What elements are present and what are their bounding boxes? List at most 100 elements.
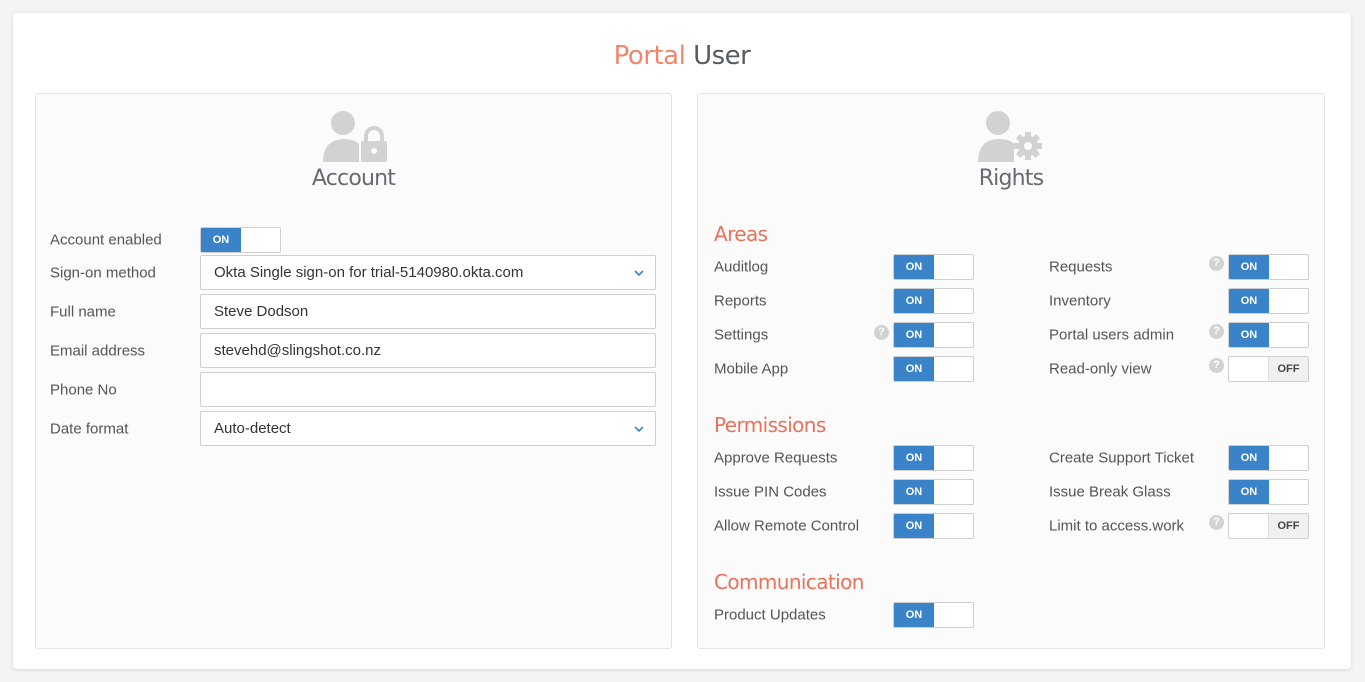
chevron-down-icon	[634, 270, 644, 277]
signon-method-select[interactable]: Okta Single sign-on for trial-5140980.ok…	[200, 255, 656, 290]
limit-to-access-work-toggle[interactable]: OFF	[1228, 513, 1309, 539]
reports-toggle[interactable]: ON	[893, 288, 974, 314]
portal-users-admin-toggle[interactable]: ON	[1228, 322, 1309, 348]
help-icon[interactable]: ?	[1209, 256, 1224, 271]
toggle-on-label: ON	[1229, 255, 1269, 279]
right-item-approve-requests: Approve Requests ON	[714, 445, 974, 471]
issue-pin-codes-toggle[interactable]: ON	[893, 479, 974, 505]
help-icon[interactable]: ?	[874, 325, 889, 340]
help-icon[interactable]: ?	[1209, 324, 1224, 339]
email-label: Email address	[50, 342, 146, 360]
date-format-row: Date format Auto-detect	[50, 411, 658, 447]
right-label: Approve Requests	[714, 449, 838, 467]
right-item-create-support-ticket: Create Support Ticket ON	[1049, 445, 1309, 471]
phone-input[interactable]	[200, 372, 656, 407]
right-label: Limit to access.work	[1049, 517, 1185, 535]
right-item-requests: Requests ? ON	[1049, 254, 1309, 280]
read-only-view-toggle[interactable]: OFF	[1228, 356, 1309, 382]
inventory-toggle[interactable]: ON	[1228, 288, 1309, 314]
right-label: Mobile App	[714, 360, 789, 378]
toggle-on-label: ON	[1229, 289, 1269, 313]
date-format-value: Auto-detect	[214, 420, 291, 437]
right-label: Auditlog	[714, 258, 769, 276]
requests-toggle[interactable]: ON	[1228, 254, 1309, 280]
right-item-inventory: Inventory ON	[1049, 288, 1309, 314]
toggle-on-label: ON	[201, 228, 241, 252]
account-panel: Account Account enabled ON Sign-on metho…	[35, 93, 672, 649]
date-format-select[interactable]: Auto-detect	[200, 411, 656, 446]
email-input[interactable]: stevehd@slingshot.co.nz	[200, 333, 656, 368]
email-row: Email address stevehd@slingshot.co.nz	[50, 333, 658, 369]
right-label: Portal users admin	[1049, 326, 1175, 344]
right-label: Issue Break Glass	[1049, 483, 1171, 501]
right-item-mobile-app: Mobile App ON	[714, 356, 974, 382]
approve-requests-toggle[interactable]: ON	[893, 445, 974, 471]
phone-label: Phone No	[50, 381, 117, 399]
right-item-product-updates: Product Updates ON	[714, 602, 974, 628]
full-name-row: Full name Steve Dodson	[50, 294, 658, 330]
issue-break-glass-toggle[interactable]: ON	[1228, 479, 1309, 505]
right-item-allow-remote-control: Allow Remote Control ON	[714, 513, 974, 539]
toggle-on-label: ON	[894, 357, 934, 381]
help-icon[interactable]: ?	[1209, 358, 1224, 373]
toggle-on-label: ON	[894, 289, 934, 313]
right-item-reports: Reports ON	[714, 288, 974, 314]
right-label: Product Updates	[714, 606, 826, 624]
portal-user-page: Portal User Account Account enabled ON S…	[13, 13, 1351, 669]
auditlog-toggle[interactable]: ON	[893, 254, 974, 280]
signon-method-label: Sign-on method	[50, 264, 156, 282]
right-label: Inventory	[1049, 292, 1111, 310]
toggle-on-label: ON	[1229, 323, 1269, 347]
account-enabled-row: Account enabled ON	[50, 222, 658, 258]
right-item-settings: Settings ? ON	[714, 322, 974, 348]
rights-title: Rights	[978, 166, 1044, 191]
right-item-portal-users-admin: Portal users admin ? ON	[1049, 322, 1309, 348]
toggle-on-label: ON	[894, 446, 934, 470]
account-header: Account	[36, 110, 671, 191]
mobile-app-toggle[interactable]: ON	[893, 356, 974, 382]
toggle-off-label: OFF	[1268, 357, 1308, 381]
rights-header: Rights	[698, 110, 1324, 191]
permissions-title: Permissions	[714, 413, 826, 437]
right-label: Requests	[1049, 258, 1113, 276]
toggle-on-label: ON	[894, 323, 934, 347]
account-enabled-label: Account enabled	[50, 231, 162, 249]
full-name-label: Full name	[50, 303, 116, 321]
toggle-on-label: ON	[894, 480, 934, 504]
areas-title: Areas	[714, 222, 768, 246]
right-label: Create Support Ticket	[1049, 449, 1195, 467]
page-title-user: User	[693, 41, 751, 71]
right-label: Reports	[714, 292, 767, 310]
right-item-read-only-view: Read-only view ? OFF	[1049, 356, 1309, 382]
right-item-issue-break-glass: Issue Break Glass ON	[1049, 479, 1309, 505]
full-name-input[interactable]: Steve Dodson	[200, 294, 656, 329]
right-item-auditlog: Auditlog ON	[714, 254, 974, 280]
toggle-on-label: ON	[894, 514, 934, 538]
help-icon[interactable]: ?	[1209, 515, 1224, 530]
user-gear-icon	[978, 111, 1042, 162]
toggle-on-label: ON	[894, 603, 934, 627]
toggle-on-label: ON	[894, 255, 934, 279]
rights-panel: Rights Areas Auditlog ON Reports ON Sett…	[697, 93, 1325, 649]
product-updates-toggle[interactable]: ON	[893, 602, 974, 628]
page-title: Portal User	[13, 41, 1351, 71]
phone-row: Phone No	[50, 372, 658, 408]
toggle-on-label: ON	[1229, 446, 1269, 470]
toggle-on-label: ON	[1229, 480, 1269, 504]
page-title-portal: Portal	[613, 41, 686, 71]
chevron-down-icon	[634, 426, 644, 433]
date-format-label: Date format	[50, 420, 129, 438]
right-label: Allow Remote Control	[714, 517, 860, 535]
allow-remote-control-toggle[interactable]: ON	[893, 513, 974, 539]
account-enabled-toggle[interactable]: ON	[200, 227, 281, 253]
toggle-off-label: OFF	[1268, 514, 1308, 538]
account-title: Account	[311, 166, 396, 191]
create-support-ticket-toggle[interactable]: ON	[1228, 445, 1309, 471]
right-label: Issue PIN Codes	[714, 483, 827, 501]
settings-toggle[interactable]: ON	[893, 322, 974, 348]
signon-method-value: Okta Single sign-on for trial-5140980.ok…	[214, 264, 524, 281]
right-item-issue-pin-codes: Issue PIN Codes ON	[714, 479, 974, 505]
right-label: Settings	[714, 326, 769, 344]
right-label: Read-only view	[1049, 360, 1152, 378]
right-item-limit-to-access-work: Limit to access.work ? OFF	[1049, 513, 1309, 539]
